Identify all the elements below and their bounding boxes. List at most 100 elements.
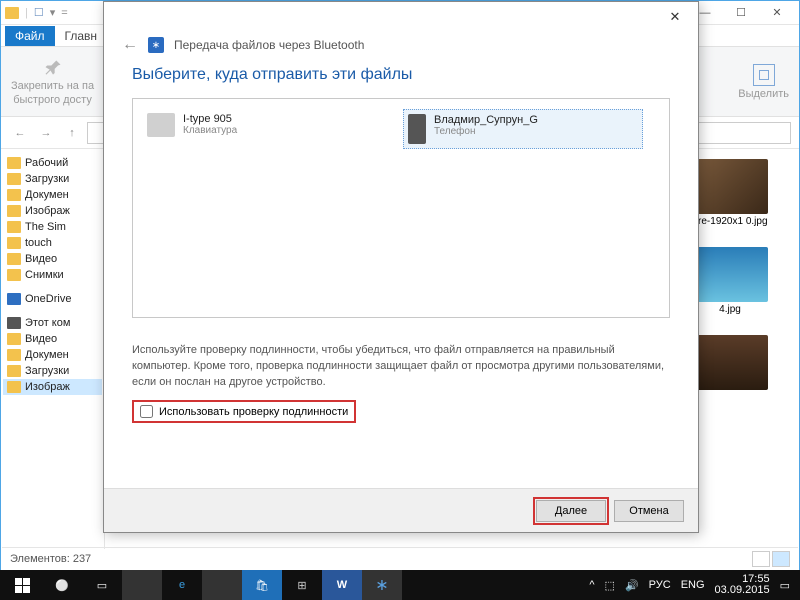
pin-icon [43,58,63,78]
taskbar-bluetooth[interactable]: ∗ [362,570,402,600]
nav-label: Докумен [25,349,69,361]
nav-item[interactable]: touch [3,235,102,251]
maximize-button[interactable]: ☐ [723,2,759,24]
nav-label: Изображ [25,381,70,393]
thumb-image [693,159,768,214]
folder-icon [7,269,21,281]
nav-item[interactable]: Докумен [3,187,102,203]
tray-up-icon[interactable]: ^ [589,579,594,591]
nav-item[interactable]: Загрузки [3,171,102,187]
auth-checkbox[interactable] [140,405,153,418]
nav-label: Изображ [25,205,70,217]
search-icon[interactable]: ⚪ [42,570,82,600]
taskbar-explorer[interactable] [122,570,162,600]
device-type: Телефон [434,126,538,137]
dialog-heading: Выберите, куда отправить эти файлы [132,66,670,84]
folder-icon [7,189,21,201]
tray-network-icon[interactable]: ⬚ [605,579,615,592]
bluetooth-icon: ∗ [148,37,164,53]
taskbar-app[interactable]: ⊞ [282,570,322,600]
device-name: I-type 905 [183,113,237,125]
tab-home[interactable]: Главн [55,26,108,46]
item-count: Элементов: 237 [10,553,91,565]
nav-label: Этот ком [25,317,70,329]
task-view-icon[interactable]: ▭ [82,570,122,600]
details-view-button[interactable] [752,551,770,567]
device-item-phone[interactable]: Владмир_Супрун_G Телефон [403,109,643,149]
dialog-body: Выберите, куда отправить эти файлы I-typ… [104,66,698,488]
pin-to-quick-access-button[interactable]: Закрепить на па быстрого досту [11,58,94,106]
folder-icon [7,221,21,233]
back-button[interactable]: ← [9,122,31,144]
qat-divider: | [25,7,28,19]
dialog-footer: Далее Отмена [104,488,698,532]
thumbnails-view-button[interactable] [772,551,790,567]
device-type: Клавиатура [183,125,237,136]
nav-item[interactable]: Докумен [3,347,102,363]
next-button[interactable]: Далее [536,500,606,522]
nav-item[interactable]: Видео [3,251,102,267]
dialog-header: ← ∗ Передача файлов через Bluetooth [104,32,698,66]
taskbar-clock[interactable]: 17:55 03.09.2015 [715,574,770,596]
qat-separator: = [61,7,67,19]
bluetooth-transfer-dialog: ✕ ← ∗ Передача файлов через Bluetooth Вы… [103,1,699,533]
up-button[interactable]: ↑ [61,122,83,144]
device-item-keyboard[interactable]: I-type 905 Клавиатура [143,109,383,141]
pin-label-1: Закрепить на па [11,80,94,92]
thumb-label: 4.jpg [719,304,741,315]
folder-icon [5,7,19,19]
close-button[interactable]: ✕ [759,2,795,24]
auth-checkbox-label[interactable]: Использовать проверку подлинности [132,400,356,423]
keyboard-icon [147,113,175,137]
status-bar: Элементов: 237 [2,547,798,569]
qat-dropdown-icon[interactable]: ▾ [50,6,56,19]
auth-checkbox-text: Использовать проверку подлинности [159,406,348,418]
taskbar: ⚪ ▭ e 🛍 ⊞ W ∗ ^ ⬚ 🔊 РУС ENG 17:55 03.09.… [0,570,800,600]
back-arrow-icon[interactable]: ← [122,36,138,54]
notifications-icon[interactable]: ▭ [780,579,790,592]
dialog-title: Передача файлов через Bluetooth [174,38,364,52]
start-button[interactable] [2,570,42,600]
pc-icon [7,317,21,329]
thumb-image [693,335,768,390]
nav-label: Загрузки [25,173,69,185]
folder-icon [7,205,21,217]
nav-item[interactable]: Изображ [3,203,102,219]
qat-save-icon[interactable]: ☐ [34,6,44,19]
dialog-title-bar: ✕ [104,2,698,32]
phone-icon [408,114,426,144]
taskbar-word[interactable]: W [322,570,362,600]
taskbar-explorer2[interactable] [202,570,242,600]
folder-icon [7,381,21,393]
nav-item[interactable]: Снимки [3,267,102,283]
folder-icon [7,365,21,377]
dialog-close-button[interactable]: ✕ [660,3,690,31]
tray-volume-icon[interactable]: 🔊 [625,579,639,592]
nav-label: touch [25,237,52,249]
nav-item[interactable]: The Sim [3,219,102,235]
nav-item[interactable]: Видео [3,331,102,347]
thumb-label: ere-1920x1 0.jpg [692,216,767,227]
nav-label: Рабочий [25,157,68,169]
taskbar-store[interactable]: 🛍 [242,570,282,600]
nav-label: Снимки [25,269,64,281]
nav-item[interactable]: Рабочий [3,155,102,171]
tab-file[interactable]: Файл [5,26,55,46]
lang-indicator[interactable]: РУС [649,579,671,591]
taskbar-edge[interactable]: e [162,570,202,600]
folder-icon [7,157,21,169]
cancel-button[interactable]: Отмена [614,500,684,522]
nav-label: Видео [25,253,57,265]
onedrive-icon [7,293,21,305]
forward-button[interactable]: → [35,122,57,144]
select-group[interactable]: Выделить [738,64,789,100]
device-name: Владмир_Супрун_G [434,114,538,126]
select-icon [753,64,775,86]
nav-item-selected[interactable]: Изображ [3,379,102,395]
nav-item[interactable]: Загрузки [3,363,102,379]
nav-this-pc[interactable]: Этот ком [3,315,102,331]
thumb-image [693,247,768,302]
nav-onedrive[interactable]: OneDrive [3,291,102,307]
keyboard-indicator[interactable]: ENG [681,579,705,591]
folder-icon [7,253,21,265]
